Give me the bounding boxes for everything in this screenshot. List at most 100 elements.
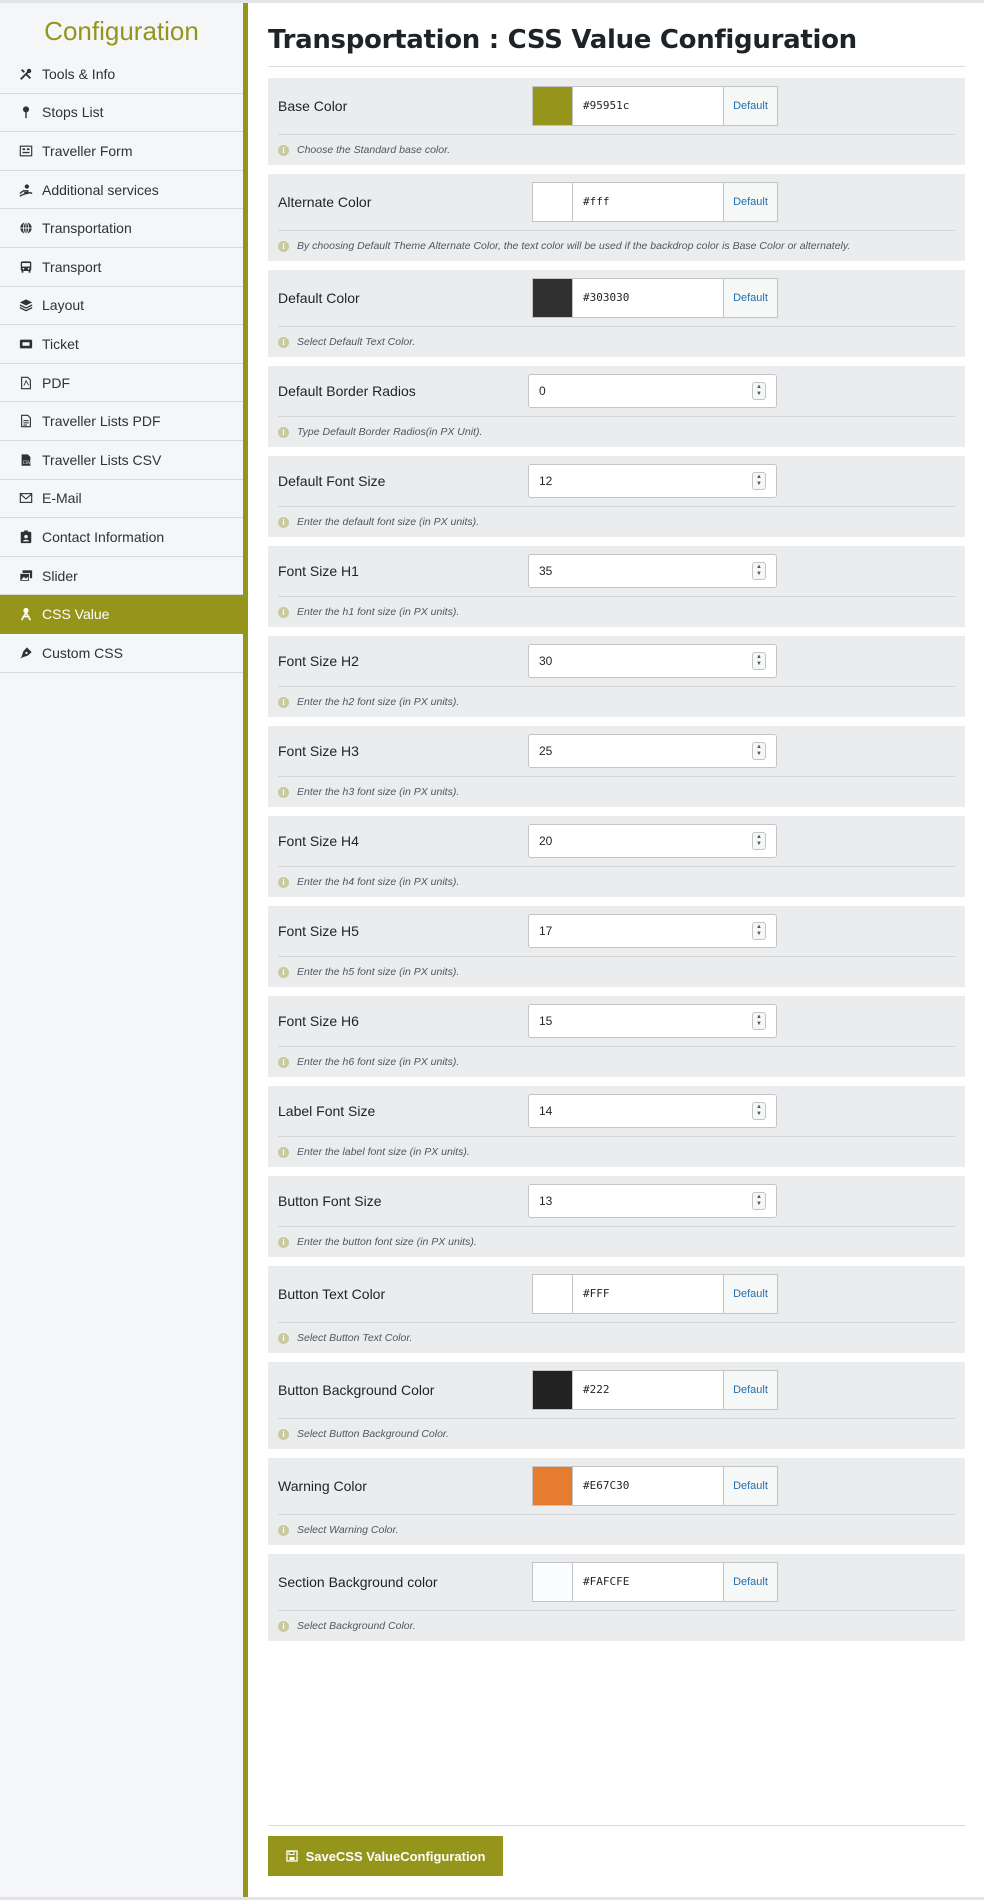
color-swatch-button[interactable]	[533, 1371, 573, 1409]
stepper-up-icon[interactable]: ▲	[756, 924, 762, 931]
sidebar-item-layout[interactable]: Layout	[0, 287, 243, 326]
number-input[interactable]: 15 ▲ ▼	[528, 1004, 777, 1038]
info-icon: i	[278, 1056, 289, 1068]
color-picker: #303030 Default	[532, 278, 778, 318]
sidebar-item-label: Tools & Info	[42, 66, 116, 83]
sidebar-item-traveller-form[interactable]: Traveller Form	[0, 132, 243, 171]
stepper-down-icon[interactable]: ▼	[756, 751, 762, 758]
color-hex-input[interactable]: #95951c	[573, 87, 723, 125]
sidebar-item-stops-list[interactable]: Stops List	[0, 94, 243, 133]
default-color-button[interactable]: Default	[723, 87, 777, 125]
sidebar-item-contact-information[interactable]: Contact Information	[0, 518, 243, 557]
number-stepper[interactable]: ▲ ▼	[752, 652, 766, 670]
number-stepper[interactable]: ▲ ▼	[752, 832, 766, 850]
stepper-up-icon[interactable]: ▲	[756, 384, 762, 391]
sidebar-item-traveller-lists-pdf[interactable]: Traveller Lists PDF	[0, 402, 243, 441]
color-hex-input[interactable]: #fff	[573, 183, 723, 221]
number-input[interactable]: 14 ▲ ▼	[528, 1094, 777, 1128]
setting-description-text: Enter the h1 font size (in PX units).	[297, 606, 460, 618]
number-input[interactable]: 0 ▲ ▼	[528, 374, 777, 408]
save-button[interactable]: SaveCSS ValueConfiguration	[268, 1836, 503, 1876]
number-stepper[interactable]: ▲ ▼	[752, 1102, 766, 1120]
stepper-up-icon[interactable]: ▲	[756, 1194, 762, 1201]
setting-row-font-size-h1: Font Size H1 35 ▲ ▼ i Enter the h1 font size …	[268, 546, 965, 627]
stepper-up-icon[interactable]: ▲	[756, 744, 762, 751]
number-stepper[interactable]: ▲ ▼	[752, 562, 766, 580]
stepper-down-icon[interactable]: ▼	[756, 1111, 762, 1118]
stepper-down-icon[interactable]: ▼	[756, 1021, 762, 1028]
stepper-down-icon[interactable]: ▼	[756, 1201, 762, 1208]
color-swatch-button[interactable]	[533, 87, 573, 125]
color-hex-input[interactable]: #303030	[573, 279, 723, 317]
sidebar-item-ticket[interactable]: Ticket	[0, 325, 243, 364]
color-picker: #95951c Default	[532, 86, 778, 126]
sidebar-item-transport[interactable]: Transport	[0, 248, 243, 287]
default-color-button[interactable]: Default	[723, 1275, 777, 1313]
color-hex-input[interactable]: #FFF	[573, 1275, 723, 1313]
stepper-down-icon[interactable]: ▼	[756, 481, 762, 488]
number-input[interactable]: 17 ▲ ▼	[528, 914, 777, 948]
sidebar-item-additional-services[interactable]: Additional services	[0, 171, 243, 210]
default-color-button[interactable]: Default	[723, 183, 777, 221]
sidebar-item-transportation[interactable]: Transportation	[0, 209, 243, 248]
number-stepper[interactable]: ▲ ▼	[752, 472, 766, 490]
setting-description-text: Select Button Text Color.	[297, 1332, 413, 1344]
color-hex-input[interactable]: #E67C30	[573, 1467, 723, 1505]
sidebar-item-tools-info[interactable]: Tools & Info	[0, 55, 243, 94]
default-color-button[interactable]: Default	[723, 1563, 777, 1601]
setting-label: Font Size H1	[278, 563, 359, 579]
stepper-up-icon[interactable]: ▲	[756, 1014, 762, 1021]
stepper-down-icon[interactable]: ▼	[756, 661, 762, 668]
sidebar-item-traveller-lists-csv[interactable]: CSV Traveller Lists CSV	[0, 441, 243, 480]
color-swatch-button[interactable]	[533, 183, 573, 221]
number-stepper[interactable]: ▲ ▼	[752, 382, 766, 400]
color-swatch-button[interactable]	[533, 1275, 573, 1313]
number-input[interactable]: 20 ▲ ▼	[528, 824, 777, 858]
stepper-down-icon[interactable]: ▼	[756, 391, 762, 398]
sidebar-item-label: Layout	[42, 297, 85, 314]
color-hex-input[interactable]: #222	[573, 1371, 723, 1409]
sidebar-item-custom-css[interactable]: Custom CSS	[0, 634, 243, 673]
sidebar-title: Configuration	[44, 16, 199, 46]
setting-description: i Select Default Text Color.	[278, 327, 955, 357]
color-hex-input[interactable]: #FAFCFE	[573, 1563, 723, 1601]
default-color-button[interactable]: Default	[723, 279, 777, 317]
stepper-up-icon[interactable]: ▲	[756, 564, 762, 571]
number-input[interactable]: 12 ▲ ▼	[528, 464, 777, 498]
number-input[interactable]: 25 ▲ ▼	[528, 734, 777, 768]
number-stepper[interactable]: ▲ ▼	[752, 742, 766, 760]
sidebar-item-pdf[interactable]: PDF	[0, 364, 243, 403]
setting-row-default-border-radios: Default Border Radios 0 ▲ ▼ i Type Default Bo…	[268, 366, 965, 447]
number-input[interactable]: 13 ▲ ▼	[528, 1184, 777, 1218]
sidebar-item-label: Transportation	[42, 220, 132, 237]
setting-description: i Enter the h6 font size (in PX units).	[278, 1047, 955, 1077]
info-icon: i	[278, 1146, 289, 1158]
stepper-up-icon[interactable]: ▲	[756, 474, 762, 481]
sidebar-item-css-value[interactable]: CSS Value	[0, 595, 243, 634]
default-color-button[interactable]: Default	[723, 1467, 777, 1505]
number-input[interactable]: 35 ▲ ▼	[528, 554, 777, 588]
setting-label: Default Color	[278, 290, 360, 306]
setting-description-text: Enter the label font size (in PX units).	[297, 1146, 470, 1158]
color-swatch-button[interactable]	[533, 1467, 573, 1505]
stepper-down-icon[interactable]: ▼	[756, 571, 762, 578]
setting-description: i Select Button Text Color.	[278, 1323, 955, 1353]
stepper-down-icon[interactable]: ▼	[756, 841, 762, 848]
stepper-up-icon[interactable]: ▲	[756, 654, 762, 661]
stepper-up-icon[interactable]: ▲	[756, 1104, 762, 1111]
bus-icon	[18, 259, 34, 275]
default-color-button[interactable]: Default	[723, 1371, 777, 1409]
sidebar-item-label: CSS Value	[42, 606, 110, 623]
number-stepper[interactable]: ▲ ▼	[752, 1012, 766, 1030]
number-input[interactable]: 30 ▲ ▼	[528, 644, 777, 678]
stepper-down-icon[interactable]: ▼	[756, 931, 762, 938]
color-swatch-button[interactable]	[533, 279, 573, 317]
color-swatch-button[interactable]	[533, 1563, 573, 1601]
setting-label: Font Size H6	[278, 1013, 359, 1029]
number-stepper[interactable]: ▲ ▼	[752, 1192, 766, 1210]
info-icon: i	[278, 966, 289, 978]
stepper-up-icon[interactable]: ▲	[756, 834, 762, 841]
sidebar-item-e-mail[interactable]: E-Mail	[0, 480, 243, 519]
number-stepper[interactable]: ▲ ▼	[752, 922, 766, 940]
sidebar-item-slider[interactable]: Slider	[0, 557, 243, 596]
